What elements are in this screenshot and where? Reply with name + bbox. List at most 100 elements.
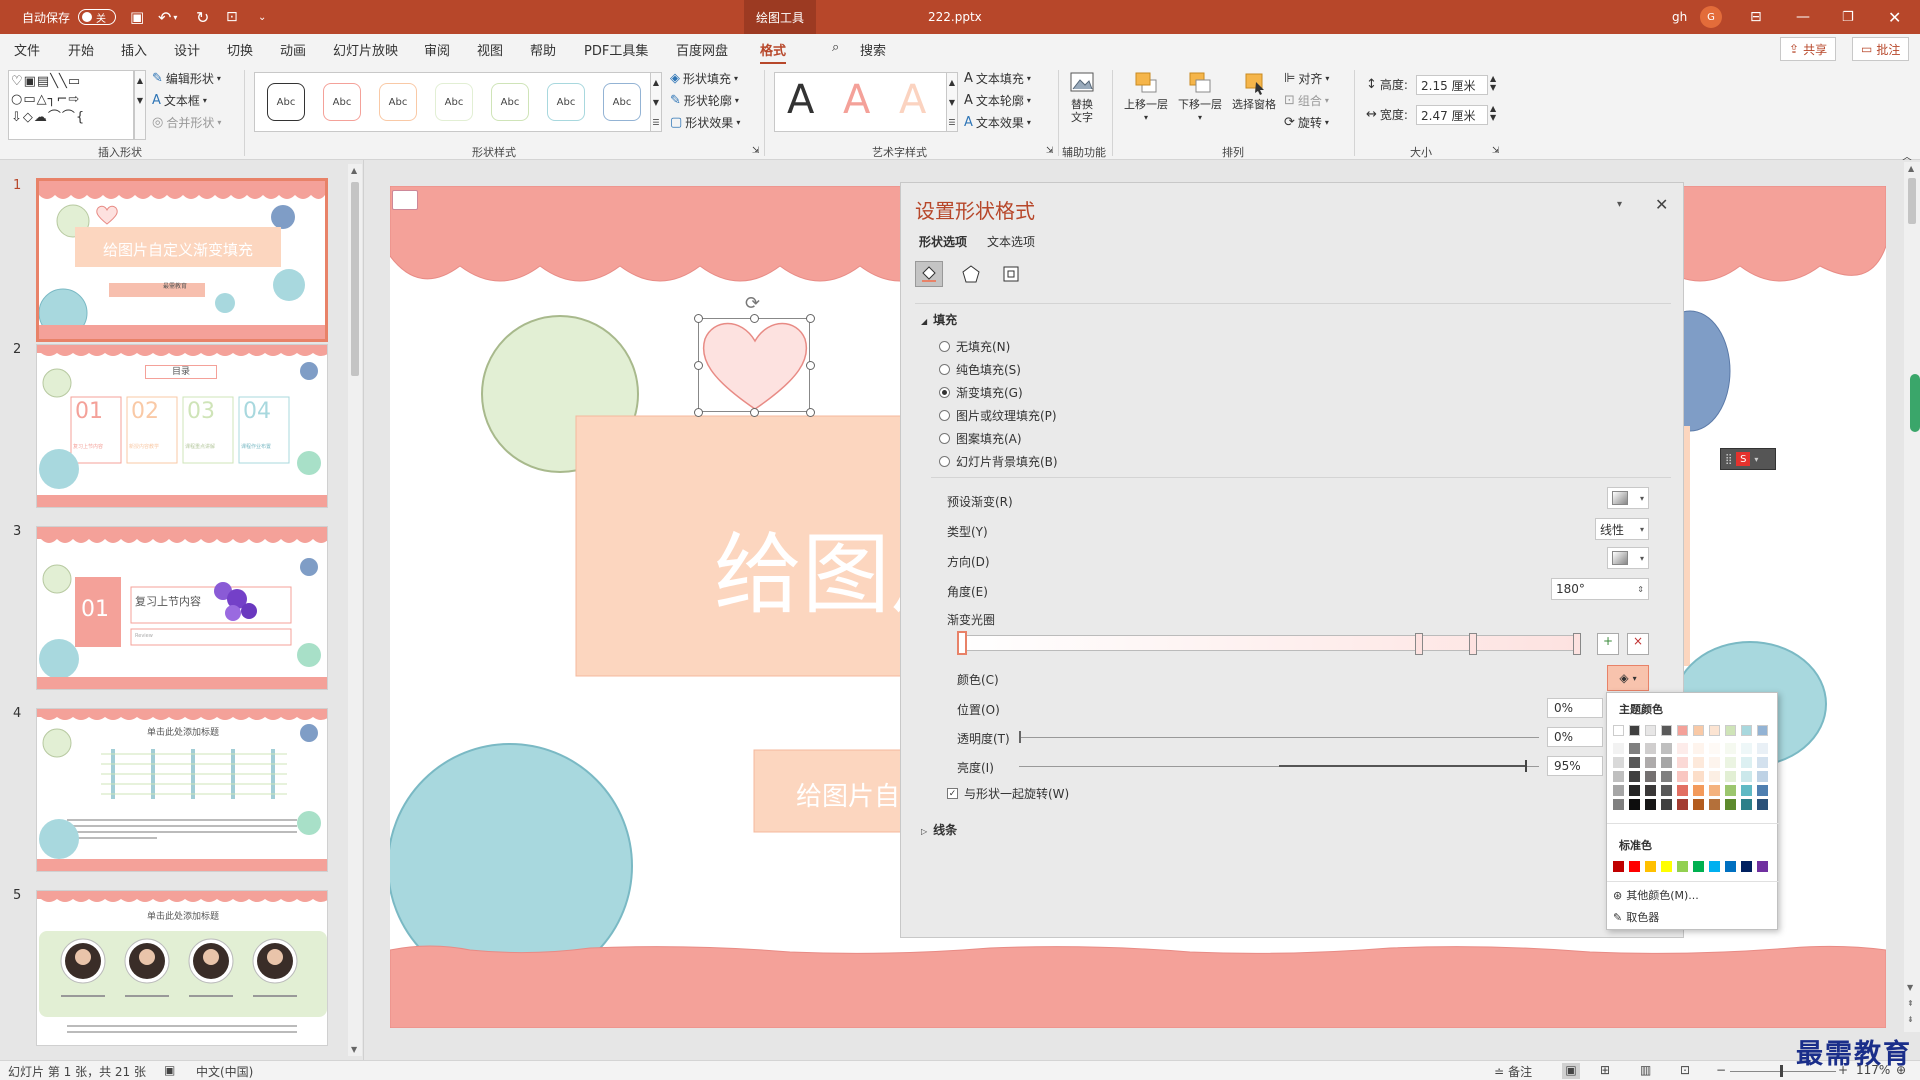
theme-shade-swatch[interactable] xyxy=(1693,771,1704,782)
tab-format[interactable]: 格式 xyxy=(760,40,787,65)
direction-dropdown[interactable]: ▾ xyxy=(1607,547,1649,569)
align-button[interactable]: ⊫ 对齐 ▾ xyxy=(1284,70,1329,87)
theme-shade-swatch[interactable] xyxy=(1645,757,1656,768)
standard-color-swatch[interactable] xyxy=(1709,861,1720,872)
tab-baidu-netdisk[interactable]: 百度网盘 xyxy=(676,40,728,59)
theme-shade-swatch[interactable] xyxy=(1629,771,1640,782)
text-effects-button[interactable]: A 文本效果 ▾ xyxy=(964,114,1031,131)
rotate-handle-icon[interactable]: ⟳ xyxy=(745,293,760,314)
fill-and-line-icon[interactable] xyxy=(915,261,943,287)
theme-shade-swatch[interactable] xyxy=(1645,771,1656,782)
remove-gradient-stop-icon[interactable]: × xyxy=(1627,633,1649,655)
zoom-slider-thumb[interactable] xyxy=(1780,1065,1783,1077)
pattern-fill-radio[interactable]: 图案填充(A) xyxy=(939,430,1022,447)
theme-color-swatch[interactable] xyxy=(1677,725,1688,736)
standard-color-swatch[interactable] xyxy=(1677,861,1688,872)
theme-shade-swatch[interactable] xyxy=(1629,785,1640,796)
customize-qat-icon[interactable]: ⌄ xyxy=(258,0,266,34)
restore-icon[interactable]: ❐ xyxy=(1842,0,1854,34)
rotate-button[interactable]: ⟳ 旋转 ▾ xyxy=(1284,114,1329,131)
standard-color-swatch[interactable] xyxy=(1661,861,1672,872)
preset-gradient-dropdown[interactable]: ▾ xyxy=(1607,487,1649,509)
more-colors-item[interactable]: ⊛ 其他颜色(M)... xyxy=(1613,887,1699,903)
tab-animations[interactable]: 动画 xyxy=(280,40,306,59)
theme-shade-swatch[interactable] xyxy=(1741,757,1752,768)
eyedropper-item[interactable]: ✎ 取色器 xyxy=(1613,909,1659,925)
gradient-stop-4[interactable] xyxy=(1573,633,1581,655)
theme-shade-swatch[interactable] xyxy=(1613,743,1624,754)
effects-icon[interactable] xyxy=(957,261,985,287)
transparency-slider-thumb[interactable] xyxy=(1019,731,1021,743)
theme-shade-swatch[interactable] xyxy=(1661,771,1672,782)
shape-styles-launcher-icon[interactable]: ⇲ xyxy=(752,146,760,156)
theme-shade-swatch[interactable] xyxy=(1677,785,1688,796)
theme-shade-swatch[interactable] xyxy=(1629,743,1640,754)
search-icon[interactable]: ⌕ xyxy=(832,40,839,55)
comment-marker-icon[interactable] xyxy=(392,190,418,210)
theme-shade-swatch[interactable] xyxy=(1645,743,1656,754)
edit-shape-button[interactable]: ✎ 编辑形状 ▾ xyxy=(152,70,221,87)
theme-color-swatch[interactable] xyxy=(1613,725,1624,736)
wordart-gallery[interactable]: A A A xyxy=(774,72,948,132)
canvas-scrollbar[interactable]: ▲ ▼ ⇞ ⇟ xyxy=(1904,162,1920,1032)
height-input[interactable]: 2.15 厘米 xyxy=(1416,75,1488,95)
slide-thumbnail-5[interactable]: 单击此处添加标题 xyxy=(36,890,328,1046)
comments-button[interactable]: ▭ 批注 xyxy=(1852,37,1910,61)
theme-shade-swatch[interactable] xyxy=(1661,743,1672,754)
tab-slideshow[interactable]: 幻灯片放映 xyxy=(333,40,398,59)
heart-shape-icon[interactable] xyxy=(699,319,811,413)
slide-sorter-icon[interactable]: ⊞ xyxy=(1600,1063,1610,1077)
shapes-gallery[interactable]: ♡▣▤╲╲▭ ○▭△┐⌐⇨ ⇩◇☁⌒⌒{ xyxy=(8,70,134,140)
theme-shade-swatch[interactable] xyxy=(1741,785,1752,796)
line-section-toggle[interactable]: ▷ 线条 xyxy=(921,821,957,838)
theme-shade-swatch[interactable] xyxy=(1677,743,1688,754)
share-button[interactable]: ⇪ 共享 xyxy=(1780,37,1837,61)
brightness-input[interactable]: 95% xyxy=(1547,756,1603,776)
language-indicator[interactable]: 中文(中国) xyxy=(196,1063,253,1080)
bring-forward-button[interactable]: 上移一层 ▾ xyxy=(1124,70,1168,124)
standard-color-swatch[interactable] xyxy=(1757,861,1768,872)
tab-text-options[interactable]: 文本选项 xyxy=(987,233,1035,250)
shape-style-1[interactable]: Abc xyxy=(267,83,305,121)
theme-shade-swatch[interactable] xyxy=(1613,771,1624,782)
rotate-with-shape-checkbox[interactable]: ✓ 与形状一起旋转(W) xyxy=(947,785,1069,802)
theme-color-swatch[interactable] xyxy=(1629,725,1640,736)
theme-shade-swatch[interactable] xyxy=(1725,757,1736,768)
theme-shade-swatch[interactable] xyxy=(1757,799,1768,810)
theme-shade-swatch[interactable] xyxy=(1741,743,1752,754)
text-fill-button[interactable]: A 文本填充 ▾ xyxy=(964,70,1031,87)
tab-insert[interactable]: 插入 xyxy=(121,40,147,59)
theme-color-swatch[interactable] xyxy=(1725,725,1736,736)
wordart-launcher-icon[interactable]: ⇲ xyxy=(1046,146,1054,156)
brightness-slider-thumb[interactable] xyxy=(1525,760,1527,772)
theme-shade-swatch[interactable] xyxy=(1613,799,1624,810)
save-icon[interactable]: ▣ xyxy=(130,0,144,34)
theme-color-swatch[interactable] xyxy=(1645,725,1656,736)
theme-shade-swatch[interactable] xyxy=(1629,799,1640,810)
search-box[interactable]: 搜索 xyxy=(860,40,886,59)
theme-shade-swatch[interactable] xyxy=(1757,785,1768,796)
position-input[interactable]: 0% xyxy=(1547,698,1603,718)
shape-outline-button[interactable]: ✎ 形状轮廓 ▾ xyxy=(670,92,739,109)
user-avatar[interactable]: G xyxy=(1700,0,1722,34)
theme-shade-swatch[interactable] xyxy=(1725,771,1736,782)
tab-design[interactable]: 设计 xyxy=(174,40,200,59)
slide-thumbnail-2[interactable]: 目录 01 02 03 04 复习上节内容 新授内容教学 课程重点讲解 课程作业… xyxy=(36,344,328,508)
theme-shade-swatch[interactable] xyxy=(1709,785,1720,796)
group-button[interactable]: ⊡ 组合 ▾ xyxy=(1284,92,1329,109)
send-backward-button[interactable]: 下移一层 ▾ xyxy=(1178,70,1222,124)
present-from-start-icon[interactable]: ⊡ xyxy=(226,0,238,34)
tab-view[interactable]: 视图 xyxy=(477,40,503,59)
solid-fill-radio[interactable]: 纯色填充(S) xyxy=(939,361,1021,378)
slide-thumbnail-3[interactable]: 01 复习上节内容 Review xyxy=(36,526,328,690)
zoom-slider[interactable] xyxy=(1730,1071,1836,1072)
slideshow-view-icon[interactable]: ⊡ xyxy=(1680,1063,1690,1077)
standard-color-swatch[interactable] xyxy=(1741,861,1752,872)
theme-shade-swatch[interactable] xyxy=(1677,799,1688,810)
theme-shade-swatch[interactable] xyxy=(1741,771,1752,782)
theme-shade-swatch[interactable] xyxy=(1677,757,1688,768)
theme-shade-swatch[interactable] xyxy=(1725,785,1736,796)
theme-shade-swatch[interactable] xyxy=(1757,771,1768,782)
standard-color-swatch[interactable] xyxy=(1693,861,1704,872)
no-fill-radio[interactable]: 无填充(N) xyxy=(939,338,1010,355)
